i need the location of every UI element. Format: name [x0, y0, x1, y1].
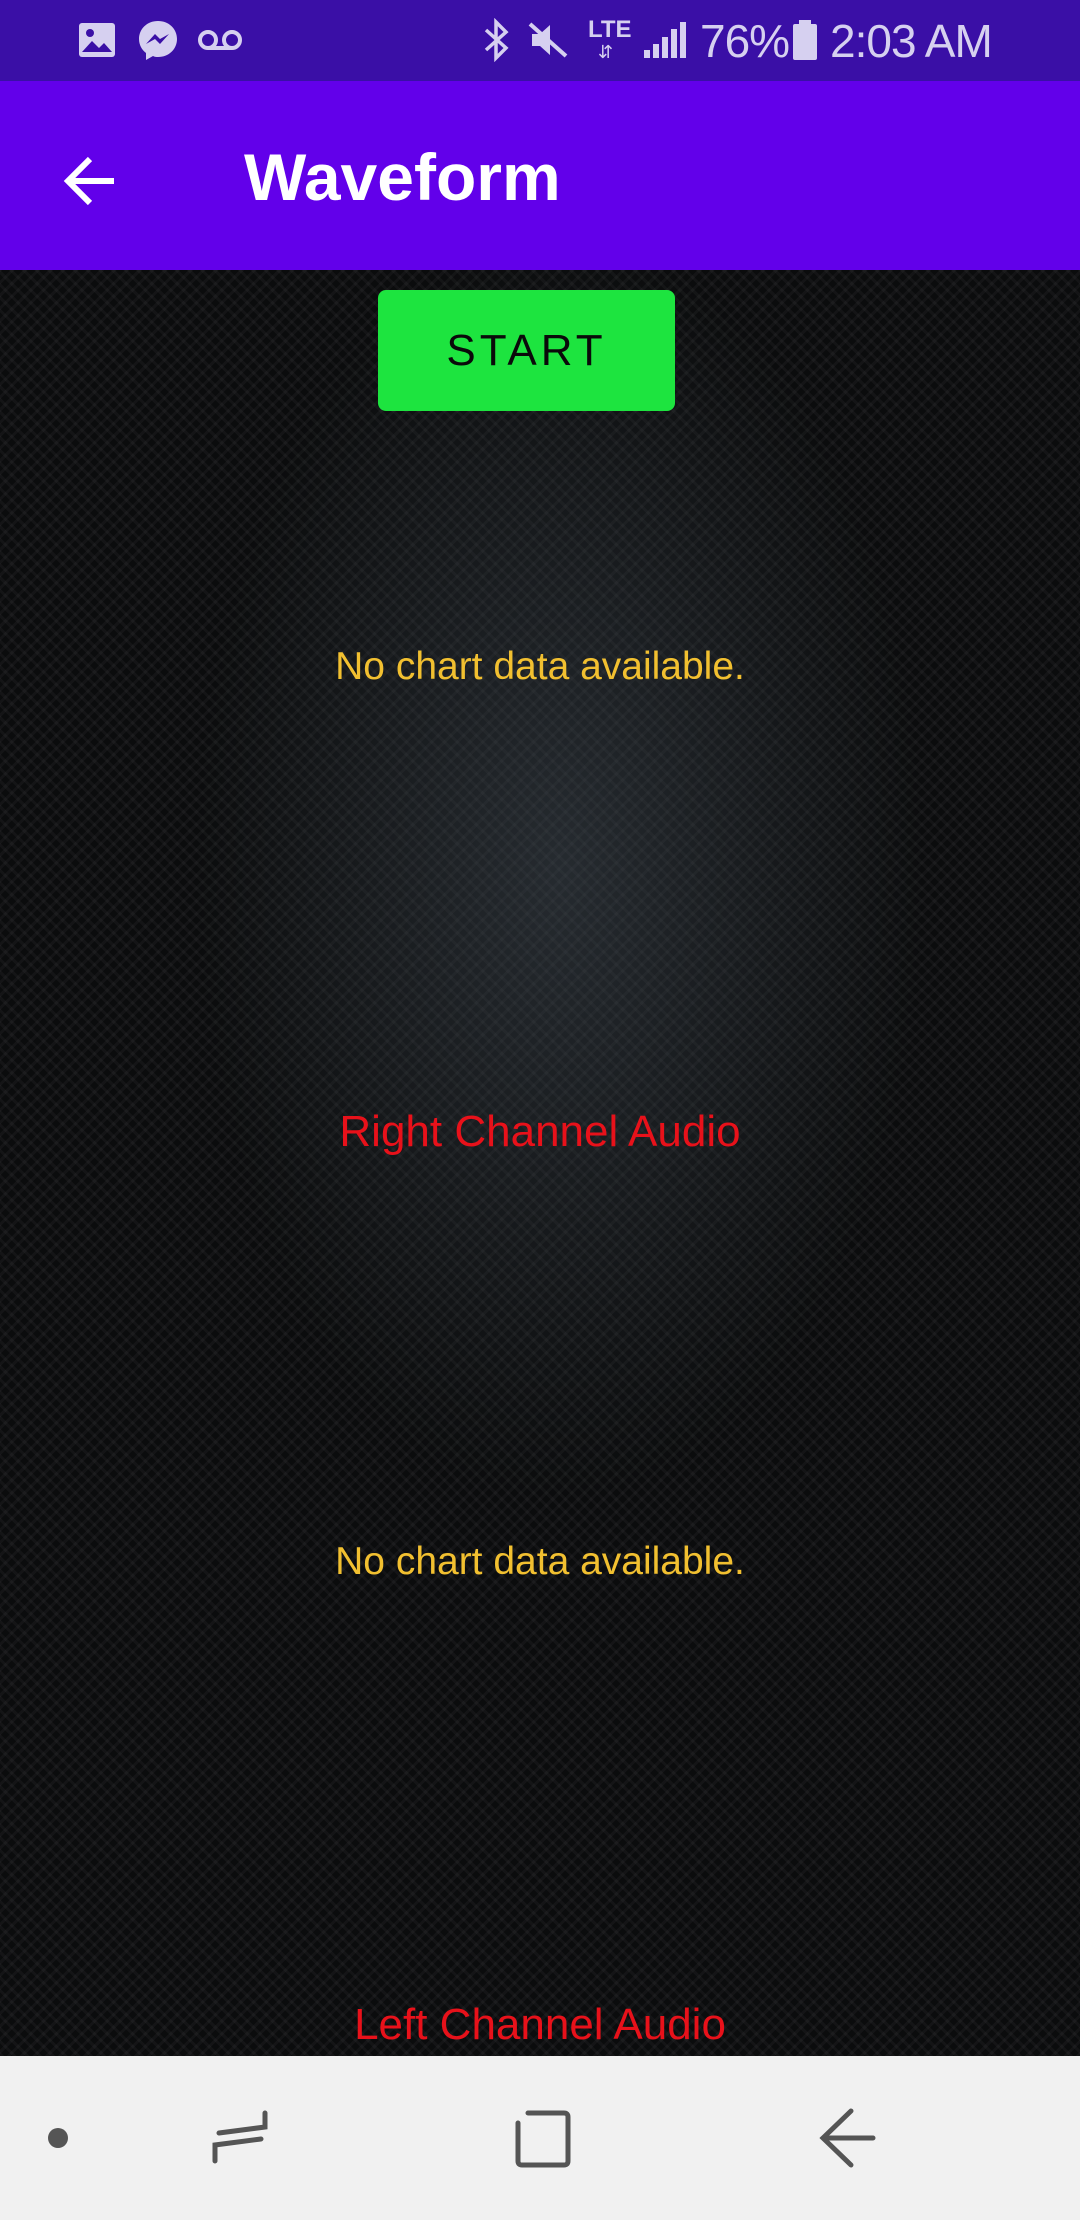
waveform-content: START No chart data available. Right Cha… [0, 270, 1080, 2056]
page-title: Waveform [244, 140, 561, 214]
messenger-icon [139, 21, 177, 60]
recents-button[interactable] [200, 2098, 280, 2178]
chart-empty-message: No chart data available. [335, 1540, 745, 1583]
left-channel-label: Left Channel Audio [354, 2000, 726, 2049]
start-button[interactable]: START [378, 290, 675, 411]
lte-icon: LTE ⇵ [588, 16, 632, 62]
signal-icon [644, 22, 686, 58]
status-bar: LTE ⇵ 76% 2:03 AM [0, 0, 1080, 81]
back-icon [819, 2108, 876, 2168]
bluetooth-icon [484, 18, 509, 62]
chart-empty-message: No chart data available. [335, 645, 745, 688]
recents-icon [212, 2110, 268, 2164]
dot-button[interactable] [18, 2098, 98, 2178]
battery-icon [793, 20, 817, 60]
back-button[interactable] [40, 131, 140, 231]
arrow-back-icon [63, 156, 114, 206]
system-back-button[interactable] [806, 2098, 886, 2178]
home-button[interactable] [503, 2098, 583, 2178]
gallery-icon [79, 23, 115, 57]
mute-icon [528, 22, 568, 58]
voicemail-icon [198, 30, 242, 50]
navigation-bar [0, 2056, 1080, 2220]
app-bar: Waveform [0, 81, 1080, 270]
battery-percent: 76% [700, 15, 790, 67]
home-icon [515, 2110, 571, 2168]
right-channel-label: Right Channel Audio [339, 1107, 741, 1156]
dot-icon [48, 2128, 68, 2148]
clock: 2:03 AM [830, 15, 993, 67]
